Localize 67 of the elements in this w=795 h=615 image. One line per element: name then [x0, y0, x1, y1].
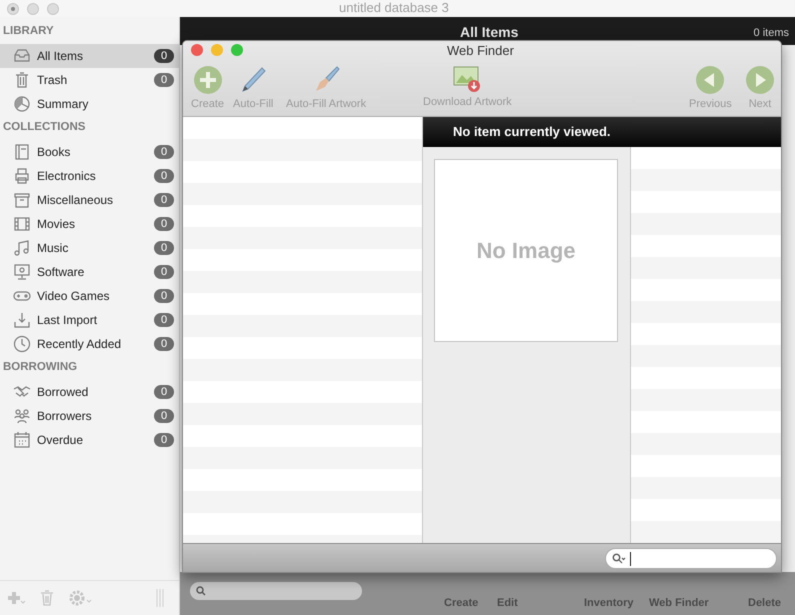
status-bar: No item currently viewed. — [423, 117, 781, 147]
sidebar-item[interactable]: Trash 0 — [0, 68, 179, 92]
count-badge: 0 — [154, 313, 174, 327]
count-badge: 0 — [154, 385, 174, 399]
sidebar-item[interactable]: Music 0 — [0, 236, 179, 260]
pie-chart-icon — [13, 95, 31, 113]
sidebar-item[interactable]: Recently Added 0 — [0, 332, 179, 356]
sidebar-item[interactable]: Miscellaneous 0 — [0, 188, 179, 212]
minimize-button[interactable] — [211, 44, 223, 56]
sidebar-item[interactable]: Overdue 0 — [0, 428, 179, 452]
close-button[interactable] — [191, 44, 203, 56]
count-badge: 0 — [154, 49, 174, 63]
box-icon — [13, 191, 31, 209]
people-icon — [13, 407, 31, 425]
calendar-icon — [13, 431, 31, 449]
sidebar-item[interactable]: Books 0 — [0, 140, 179, 164]
window-title: untitled database 3 — [339, 0, 449, 15]
clock-icon — [13, 335, 31, 353]
picture-download-icon — [452, 65, 482, 93]
count-badge: 0 — [154, 73, 174, 87]
section-heading: BORROWING — [2, 360, 78, 376]
close-button[interactable] — [7, 2, 19, 14]
section-heading: COLLECTIONS — [2, 120, 86, 136]
sidebar-item[interactable]: Video Games 0 — [0, 284, 179, 308]
count-badge: 0 — [154, 169, 174, 183]
film-icon — [13, 215, 31, 233]
zoom-button[interactable] — [47, 2, 59, 14]
resize-handle-icon[interactable] — [156, 589, 164, 607]
sidebar-item[interactable]: Electronics 0 — [0, 164, 179, 188]
sidebar-item[interactable]: Software 0 — [0, 260, 179, 284]
trash-icon[interactable] — [40, 590, 54, 606]
printer-icon — [13, 167, 31, 185]
book-icon — [13, 143, 31, 161]
minimize-button[interactable] — [27, 2, 39, 14]
sidebar-item[interactable]: Movies 0 — [0, 212, 179, 236]
search-field[interactable] — [605, 548, 777, 569]
sidebar-item[interactable]: Summary — [0, 92, 179, 116]
gear-icon[interactable] — [68, 589, 92, 607]
search-icon — [196, 586, 208, 596]
no-image-label: No Image — [476, 237, 576, 265]
item-count: 0 items — [754, 27, 789, 39]
search-field[interactable] — [190, 582, 362, 600]
search-icon — [612, 553, 626, 564]
sidebar-item[interactable]: Borrowed 0 — [0, 380, 179, 404]
count-badge: 0 — [154, 217, 174, 231]
count-badge: 0 — [154, 145, 174, 159]
count-badge: 0 — [154, 289, 174, 303]
zoom-button[interactable] — [231, 44, 243, 56]
count-badge: 0 — [154, 193, 174, 207]
sidebar-item[interactable]: Last Import 0 — [0, 308, 179, 332]
monitor-icon — [13, 263, 31, 281]
window-title: Web Finder — [447, 43, 514, 58]
count-badge: 0 — [154, 265, 174, 279]
count-badge: 0 — [154, 409, 174, 423]
count-badge: 0 — [154, 337, 174, 351]
add-icon[interactable] — [6, 590, 26, 606]
music-note-icon — [13, 239, 31, 257]
sidebar-item[interactable]: All Items 0 — [0, 44, 179, 68]
section-heading: LIBRARY — [2, 24, 55, 40]
text-cursor — [630, 552, 631, 566]
sidebar-item[interactable]: Borrowers 0 — [0, 404, 179, 428]
header-title: All Items — [460, 25, 518, 39]
add-icon — [192, 65, 223, 95]
trash-icon — [13, 71, 31, 89]
count-badge: 0 — [154, 241, 174, 255]
count-badge: 0 — [154, 433, 174, 447]
import-icon — [13, 311, 31, 329]
